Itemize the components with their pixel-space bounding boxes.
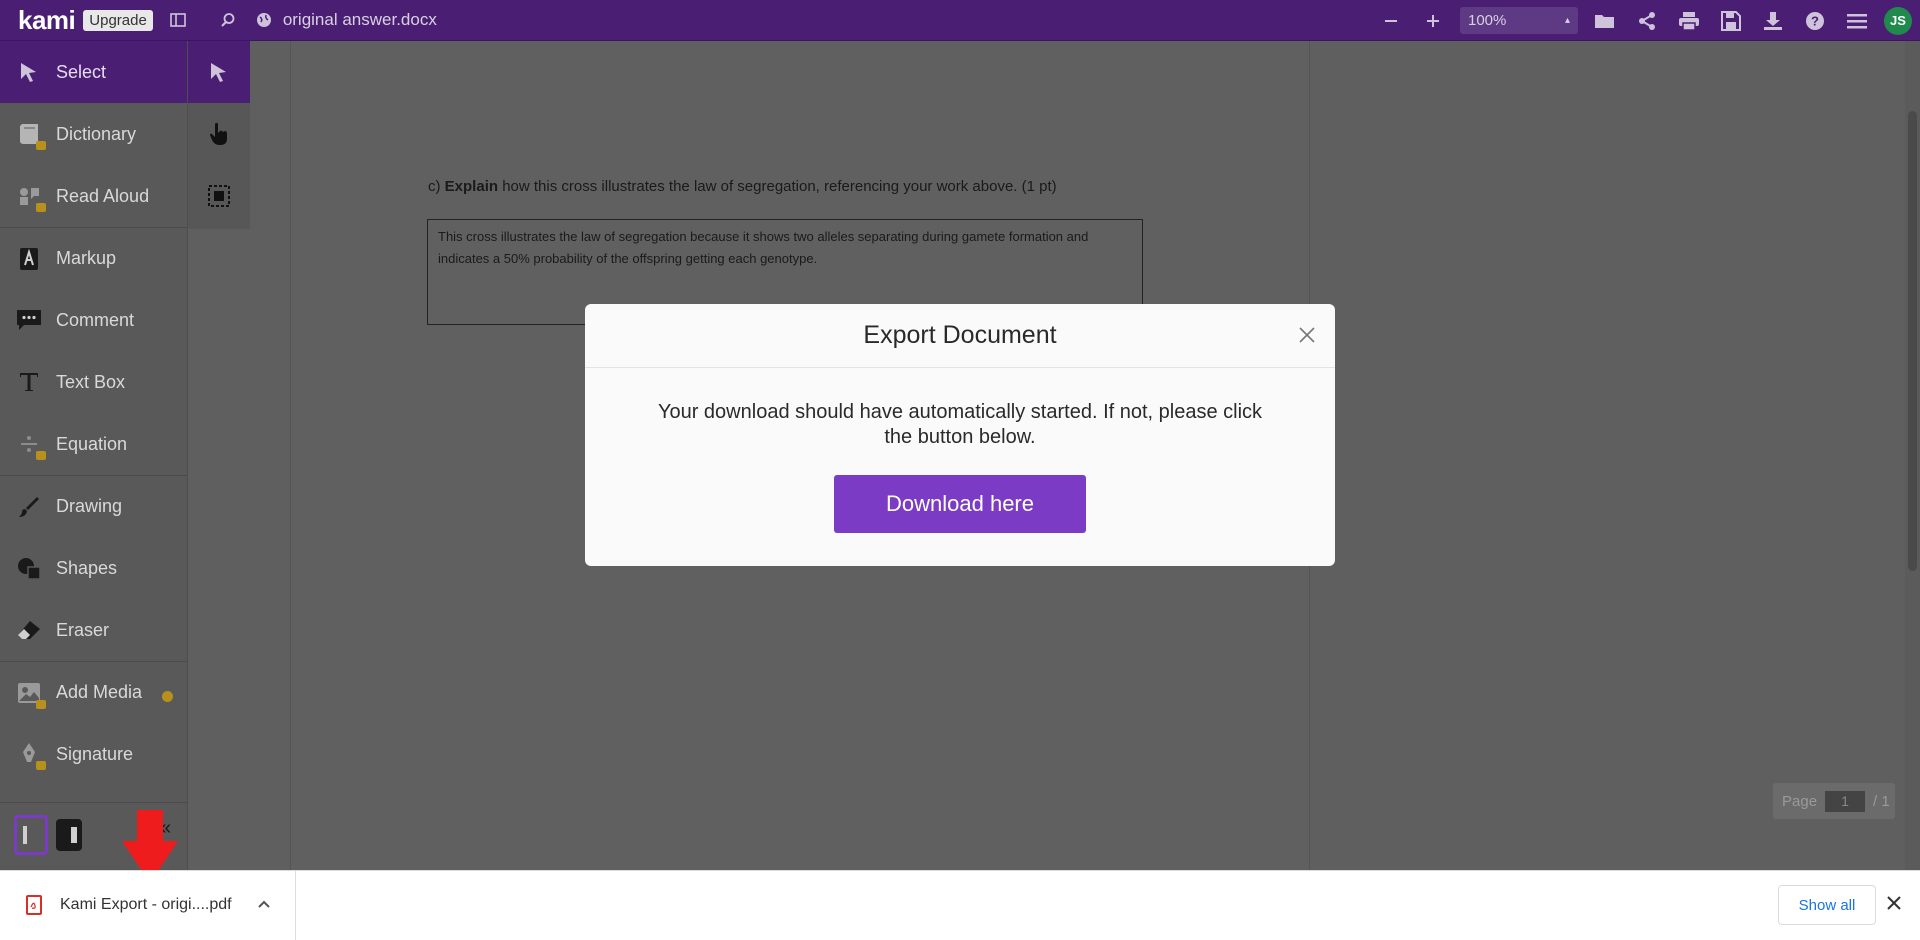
tool-shapes[interactable]: Shapes [0,537,187,599]
zoom-select[interactable]: 100% ▴ [1460,7,1578,34]
tool-label: Markup [56,248,117,268]
highlighter-icon [14,244,44,274]
zoom-in-icon[interactable] [1418,6,1448,36]
tool-label: Add Media [56,682,143,702]
tool-label: Drawing [56,496,123,516]
download-item[interactable]: Kami Export - origi....pdf [0,871,296,940]
tool-comment[interactable]: Comment [0,289,187,351]
upgrade-button[interactable]: Upgrade [83,9,153,31]
download-here-button[interactable]: Download here [834,475,1086,533]
save-icon[interactable] [1716,6,1746,36]
download-file-name: Kami Export - origi....pdf [60,896,232,913]
lock-icon [36,141,46,150]
question-prefix: c) [428,178,441,195]
layout-left-panel-button[interactable] [14,815,48,855]
cursor-icon [211,63,226,82]
comment-icon [14,305,44,335]
dialog-title: Export Document [863,321,1057,349]
tool-label: Text Box [56,371,126,392]
question-body: how this cross illustrates the law of se… [502,178,1057,195]
area-select-button[interactable] [188,165,250,227]
tool-equation[interactable]: Equation [0,413,187,475]
tool-select[interactable]: Select [0,41,187,103]
pan-tool-button[interactable] [188,103,250,165]
marquee-select-icon [208,185,230,207]
document-filename: original answer.docx [282,10,437,29]
tool-label: Signature [56,743,134,764]
share-icon[interactable] [1632,6,1662,36]
page-number-input[interactable]: 1 [1825,790,1866,812]
cursor-icon [14,57,44,87]
lock-icon [36,203,46,212]
tool-read-aloud[interactable]: Read Aloud [0,165,187,227]
top-toolbar: kami Upgrade original answer.docx 100% ▴ [0,0,1920,41]
print-icon[interactable] [1674,6,1704,36]
kami-logo: kami [18,4,76,35]
tool-add-media[interactable]: Add Media [0,661,187,723]
chevron-up-icon[interactable] [257,892,271,915]
scroll-thumb[interactable] [1908,111,1917,571]
svg-text:?: ? [1811,13,1819,28]
pointer-tool-button[interactable] [188,41,250,103]
page-label: Page [1782,792,1818,810]
layout-right-icon [71,827,77,843]
search-icon[interactable] [213,5,243,35]
close-icon[interactable] [1295,323,1319,347]
tool-text-box[interactable]: Text Box [0,351,187,413]
tool-label: Dictionary [56,123,137,144]
tool-eraser[interactable]: Eraser [0,599,187,661]
select-subtools [188,41,250,229]
browser-download-bar: Kami Export - origi....pdf Show all [0,870,1920,940]
brush-icon [14,492,44,522]
shapes-icon [14,553,44,583]
close-icon[interactable] [1886,891,1902,917]
show-all-button[interactable]: Show all [1778,885,1876,925]
lock-icon [36,761,46,770]
tool-label: Equation [56,433,128,454]
download-icon[interactable] [1758,6,1788,36]
lock-icon [36,700,46,709]
avatar[interactable]: JS [1884,6,1912,35]
lock-icon [36,451,46,460]
dialog-message: Your download should have automatically … [657,401,1263,448]
question-keyword: Explain [444,178,499,195]
zoom-out-icon[interactable] [1376,6,1406,36]
menu-icon[interactable] [1842,6,1872,36]
question-text: c) Explain how this cross illustrates th… [428,178,1057,195]
open-folder-icon[interactable] [1590,6,1620,36]
tool-signature[interactable]: Signature [0,723,187,785]
layout-right-panel-button[interactable] [56,819,82,851]
tool-label: Eraser [56,619,110,640]
hand-icon [210,122,227,145]
globe-icon [249,5,279,35]
zoom-value: 100% [1468,12,1507,29]
pdf-file-icon [26,895,42,915]
tool-dictionary[interactable]: Dictionary [0,103,187,165]
eraser-icon [14,615,44,645]
red-arrow-annotation [137,810,163,842]
tool-drawing[interactable]: Drawing [0,475,187,537]
vertical-scrollbar[interactable] [1905,41,1920,870]
tool-label: Comment [56,309,135,330]
text-icon [14,367,44,397]
notification-dot [162,691,173,702]
dialog-header: Export Document [585,304,1335,368]
tool-label: Read Aloud [56,185,150,206]
updown-icon: ▴ [1564,15,1570,26]
tool-markup[interactable]: Markup [0,227,187,289]
tool-sidebar: Select Dictionary Read Aloud Markup Comm… [0,41,188,870]
page-indicator: Page 1 / 1 [1773,783,1895,819]
help-icon[interactable]: ? [1800,6,1830,36]
tool-label: Select [56,61,107,82]
layout-left-icon [23,826,27,844]
page-total: / 1 [1873,792,1890,810]
export-dialog: Export Document Your download should hav… [585,304,1335,566]
sidebar-toggle-icon[interactable] [163,5,193,35]
tool-label: Shapes [56,557,118,578]
